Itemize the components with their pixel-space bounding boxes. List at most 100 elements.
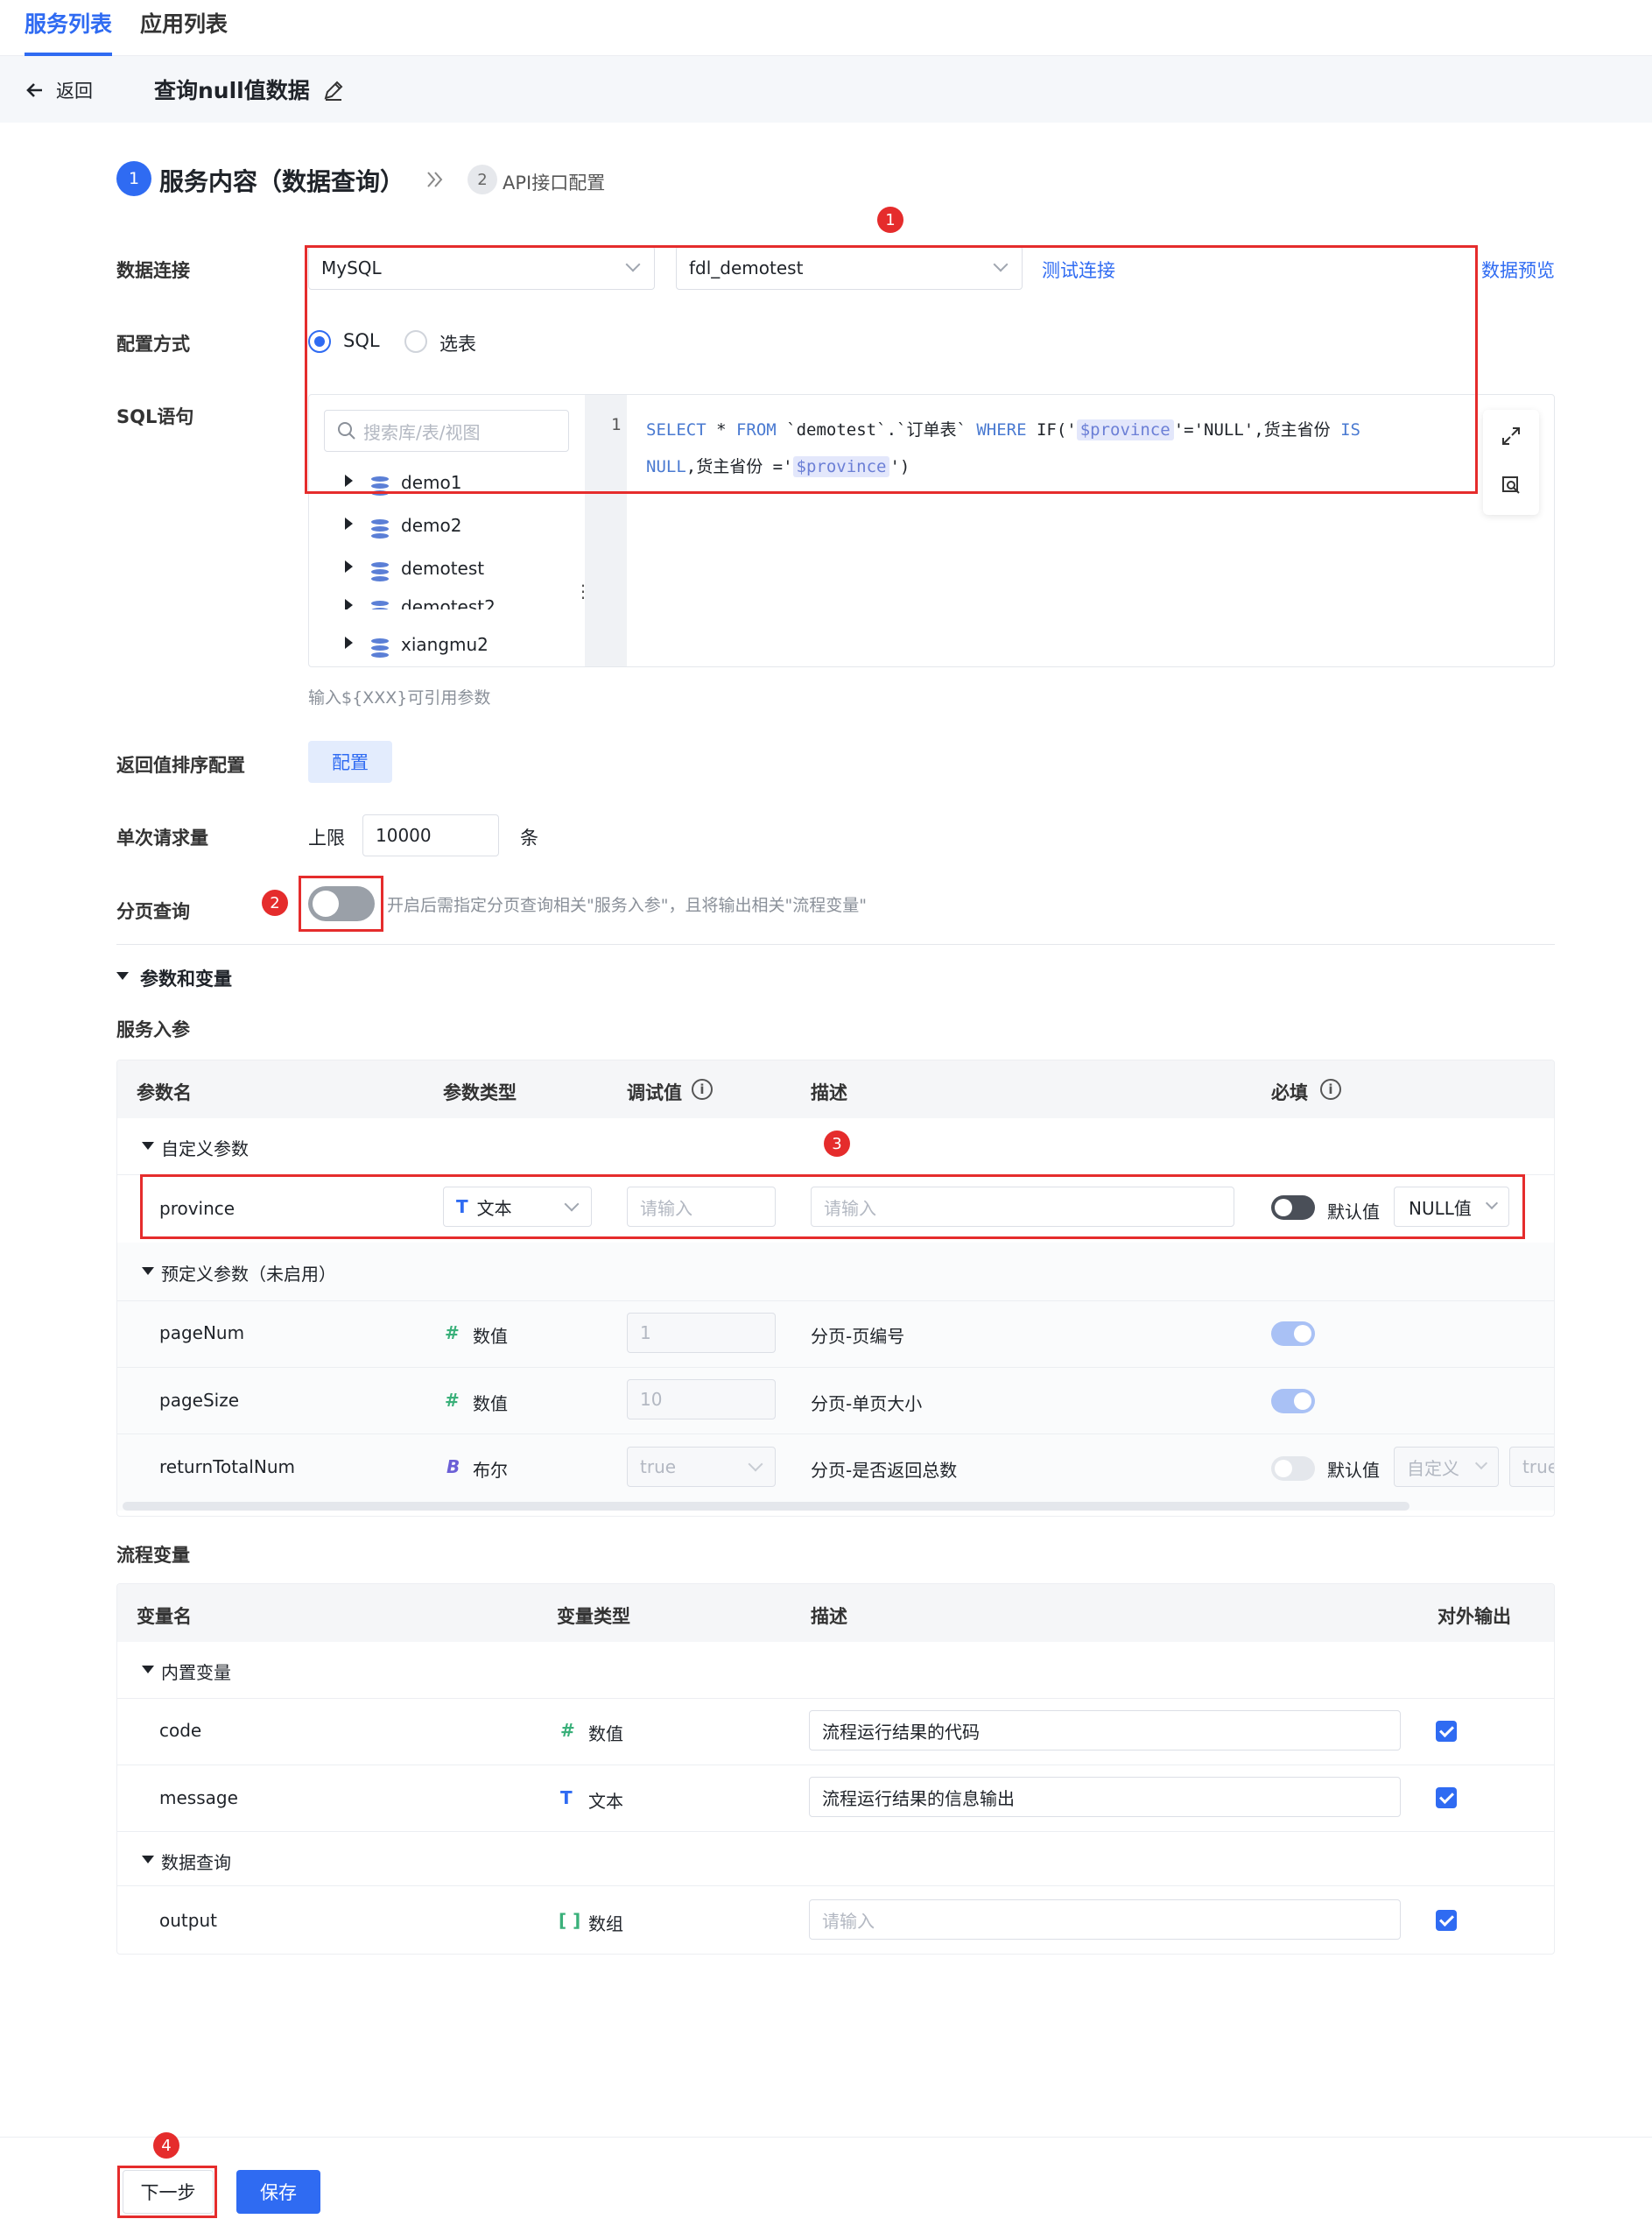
default-value-select[interactable]: NULL值 xyxy=(1394,1187,1509,1227)
info-icon[interactable]: i xyxy=(1320,1079,1341,1100)
data-connection-label: 数据连接 xyxy=(116,260,190,281)
db-type-select[interactable]: MySQL xyxy=(308,246,655,290)
top-tab-bar: 服务列表 应用列表 xyxy=(0,0,1652,56)
sql-variable: $province xyxy=(792,456,890,477)
data-preview-link[interactable]: 数据预览 xyxy=(1481,257,1555,283)
var-type-number: 数值 xyxy=(588,1723,623,1744)
debug-value-input-disabled: 10 xyxy=(627,1379,776,1419)
collapse-arrow-icon[interactable] xyxy=(142,1267,154,1275)
param-desc: 分页-页编号 xyxy=(811,1326,905,1347)
text-type-icon: T xyxy=(560,1787,573,1808)
var-desc-input[interactable]: 请输入 xyxy=(809,1899,1401,1940)
sql-code[interactable]: SELECT * FROM `demotest`.`订单表` WHERE IF(… xyxy=(646,412,1452,485)
double-chevron-right-icon xyxy=(427,172,443,187)
sql-mode-radio[interactable] xyxy=(308,330,331,353)
col-debug-value: 调试值 xyxy=(627,1082,682,1103)
collapse-arrow-icon[interactable] xyxy=(142,1142,154,1150)
tree-item-demotest[interactable]: demotest xyxy=(401,558,484,579)
table-mode-radio[interactable] xyxy=(404,330,427,353)
required-toggle-disabled xyxy=(1271,1389,1315,1413)
var-desc-value: 流程运行结果的代码 xyxy=(822,1721,980,1743)
db-name-value: fdl_demotest xyxy=(689,257,804,278)
output-checkbox[interactable] xyxy=(1436,1721,1457,1742)
required-toggle[interactable] xyxy=(1271,1195,1315,1220)
description-placeholder: 请输入 xyxy=(824,1197,876,1219)
annotation-badge-1: 1 xyxy=(877,207,903,233)
back-button[interactable]: 返回 xyxy=(25,77,93,103)
editor-tools xyxy=(1483,410,1539,515)
test-connection-link[interactable]: 测试连接 xyxy=(1042,257,1115,283)
line-gutter xyxy=(585,395,627,666)
var-name-message: message xyxy=(159,1787,238,1808)
chevron-down-icon xyxy=(625,257,641,272)
expand-arrow-icon[interactable] xyxy=(345,599,353,609)
footer-divider xyxy=(0,2137,1652,2138)
collapse-arrow-icon[interactable] xyxy=(142,1856,154,1863)
output-checkbox[interactable] xyxy=(1436,1787,1457,1808)
search-icon xyxy=(338,422,355,440)
table-mode-label[interactable]: 选表 xyxy=(439,330,476,356)
sql-token: WHERE xyxy=(976,420,1027,440)
tab-app-list[interactable]: 应用列表 xyxy=(140,7,228,39)
limit-input[interactable]: 10000 xyxy=(362,814,499,856)
collapse-arrow-icon[interactable] xyxy=(116,972,129,980)
debug-value-input-disabled: 1 xyxy=(627,1313,776,1353)
tree-search-placeholder: 搜索库/表/视图 xyxy=(363,421,481,443)
debug-value-select-disabled: true xyxy=(627,1447,776,1487)
output-checkbox[interactable] xyxy=(1436,1910,1457,1931)
tree-item-demo2[interactable]: demo2 xyxy=(401,515,461,536)
required-toggle-disabled xyxy=(1271,1321,1315,1346)
step-2-label[interactable]: API接口配置 xyxy=(503,169,605,195)
col-var-type: 变量类型 xyxy=(557,1606,630,1627)
var-desc-value: 流程运行结果的信息输出 xyxy=(822,1787,1015,1809)
param-type-select[interactable]: T 文本 xyxy=(443,1187,592,1227)
var-desc-input[interactable]: 流程运行结果的代码 xyxy=(809,1710,1401,1750)
builtin-vars-group: 内置变量 xyxy=(161,1662,231,1683)
upper-limit-label: 上限 xyxy=(308,828,345,849)
next-step-button[interactable]: 下一步 xyxy=(123,2170,214,2214)
arrow-left-icon xyxy=(26,83,42,97)
predefined-params-group: 预定义参数（未启用） xyxy=(161,1264,336,1285)
sql-token: `demotest`.`订单表` xyxy=(776,420,977,440)
database-icon xyxy=(371,601,389,609)
format-search-icon[interactable] xyxy=(1501,475,1522,496)
info-icon[interactable]: i xyxy=(692,1079,713,1100)
debug-value-placeholder: 请输入 xyxy=(640,1197,692,1219)
divider xyxy=(116,944,1555,945)
param-desc: 分页-是否返回总数 xyxy=(811,1460,958,1481)
database-icon xyxy=(371,519,389,539)
tab-service-list[interactable]: 服务列表 xyxy=(25,7,112,39)
col-description: 描述 xyxy=(811,1082,847,1103)
database-icon xyxy=(371,638,389,658)
text-type-icon: T xyxy=(456,1196,468,1217)
config-mode-label: 配置方式 xyxy=(116,334,190,355)
paging-toggle[interactable] xyxy=(308,886,375,921)
expand-arrow-icon[interactable] xyxy=(345,637,353,649)
row-divider xyxy=(117,1174,1554,1175)
tree-item-xiangmu2[interactable]: xiangmu2 xyxy=(401,634,489,655)
expand-arrow-icon[interactable] xyxy=(345,518,353,530)
pencil-icon[interactable] xyxy=(322,79,345,102)
param-name-pagenum: pageNum xyxy=(159,1322,245,1343)
db-name-select[interactable]: fdl_demotest xyxy=(676,246,1023,290)
expand-icon[interactable] xyxy=(1501,426,1522,447)
expand-arrow-icon[interactable] xyxy=(345,475,353,487)
params-section-title[interactable]: 参数和变量 xyxy=(140,965,232,991)
sql-mode-label[interactable]: SQL xyxy=(343,330,380,351)
param-type-bool: 布尔 xyxy=(473,1460,508,1481)
tree-search-input[interactable]: 搜索库/表/视图 xyxy=(324,410,569,452)
db-tree: demo1 demo2 demotest demotest2 xiangmu2 xyxy=(308,464,585,666)
save-button[interactable]: 保存 xyxy=(236,2170,320,2214)
default-mode-select-disabled: 自定义 xyxy=(1394,1447,1499,1487)
debug-value-input[interactable]: 请输入 xyxy=(627,1187,776,1227)
sql-label: SQL语句 xyxy=(116,406,194,427)
description-input[interactable]: 请输入 xyxy=(811,1187,1234,1227)
collapse-arrow-icon[interactable] xyxy=(142,1666,154,1673)
horizontal-scrollbar[interactable] xyxy=(123,1502,1409,1511)
tree-item-demo1[interactable]: demo1 xyxy=(401,472,461,493)
var-desc-input[interactable]: 流程运行结果的信息输出 xyxy=(809,1777,1401,1817)
expand-arrow-icon[interactable] xyxy=(345,560,353,573)
tree-item-demotest2[interactable]: demotest2 xyxy=(401,596,496,609)
database-icon xyxy=(371,562,389,581)
sort-config-button[interactable]: 配置 xyxy=(308,741,392,783)
